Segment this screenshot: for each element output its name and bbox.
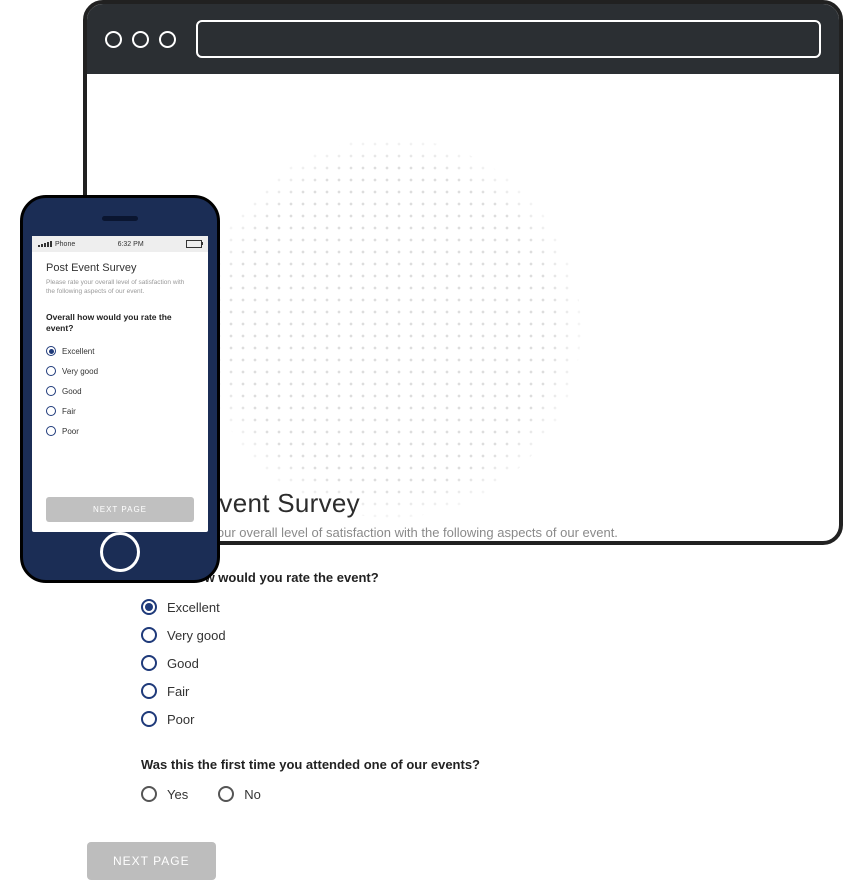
radio-icon	[141, 627, 157, 643]
radio-option-poor[interactable]: Poor	[141, 711, 785, 727]
carrier-label: Phone	[55, 241, 75, 248]
radio-option-excellent[interactable]: Excellent	[46, 346, 194, 356]
radio-label: Very good	[167, 628, 226, 643]
radio-option-good[interactable]: Good	[46, 386, 194, 396]
radio-option-fair[interactable]: Fair	[46, 406, 194, 416]
radio-label: Very good	[62, 367, 98, 376]
survey-subtitle: Please rate your overall level of satisf…	[141, 525, 785, 540]
radio-icon	[46, 366, 56, 376]
question-2-label: Was this the first time you attended one…	[141, 757, 785, 772]
radio-option-poor[interactable]: Poor	[46, 426, 194, 436]
halftone-background	[201, 138, 581, 518]
radio-label: Yes	[167, 787, 188, 802]
radio-label: Excellent	[62, 347, 94, 356]
battery-icon	[186, 240, 202, 248]
survey-title: Post Event Survey	[141, 488, 785, 519]
next-page-button[interactable]: NEXT PAGE	[46, 497, 194, 522]
radio-option-very-good[interactable]: Very good	[46, 366, 194, 376]
radio-label: Good	[62, 387, 82, 396]
survey-title: Post Event Survey	[46, 262, 194, 274]
titlebar-controls	[105, 31, 176, 48]
radio-icon	[141, 683, 157, 699]
radio-label: Excellent	[167, 600, 220, 615]
radio-icon	[218, 786, 234, 802]
radio-option-no[interactable]: No	[218, 786, 261, 802]
radio-icon	[141, 711, 157, 727]
home-button-icon[interactable]	[100, 532, 140, 572]
question-2-options: Yes No	[141, 786, 785, 802]
question-1-label: Overall how would you rate the event?	[46, 312, 194, 334]
radio-icon	[46, 406, 56, 416]
radio-icon	[141, 655, 157, 671]
radio-option-very-good[interactable]: Very good	[141, 627, 785, 643]
phone-statusbar: Phone 6:32 PM	[32, 236, 208, 252]
radio-label: Fair	[62, 407, 76, 416]
signal-icon	[38, 241, 52, 247]
window-dot-icon[interactable]	[159, 31, 176, 48]
radio-option-good[interactable]: Good	[141, 655, 785, 671]
window-dot-icon[interactable]	[132, 31, 149, 48]
address-bar[interactable]	[196, 20, 821, 58]
radio-icon	[46, 346, 56, 356]
question-1-options: Excellent Very good Good Fair Poor	[141, 599, 785, 727]
radio-icon	[46, 426, 56, 436]
question-1-label: Overall how would you rate the event?	[141, 570, 785, 585]
next-page-button[interactable]: NEXT PAGE	[87, 842, 216, 880]
radio-label: Fair	[167, 684, 189, 699]
radio-option-excellent[interactable]: Excellent	[141, 599, 785, 615]
browser-titlebar	[87, 4, 839, 74]
question-1-options: Excellent Very good Good Fair Poor	[46, 346, 194, 436]
radio-icon	[46, 386, 56, 396]
radio-option-yes[interactable]: Yes	[141, 786, 188, 802]
phone-speaker-icon	[102, 216, 138, 221]
window-dot-icon[interactable]	[105, 31, 122, 48]
survey-subtitle: Please rate your overall level of satisf…	[46, 278, 194, 296]
phone-content: Post Event Survey Please rate your overa…	[32, 252, 208, 532]
radio-label: Poor	[62, 427, 79, 436]
radio-label: Poor	[167, 712, 194, 727]
radio-icon	[141, 599, 157, 615]
phone-screen: Phone 6:32 PM Post Event Survey Please r…	[32, 236, 208, 532]
radio-icon	[141, 786, 157, 802]
time-label: 6:32 PM	[118, 241, 144, 248]
radio-option-fair[interactable]: Fair	[141, 683, 785, 699]
radio-label: Good	[167, 656, 199, 671]
radio-label: No	[244, 787, 261, 802]
phone-frame: Phone 6:32 PM Post Event Survey Please r…	[20, 195, 220, 583]
